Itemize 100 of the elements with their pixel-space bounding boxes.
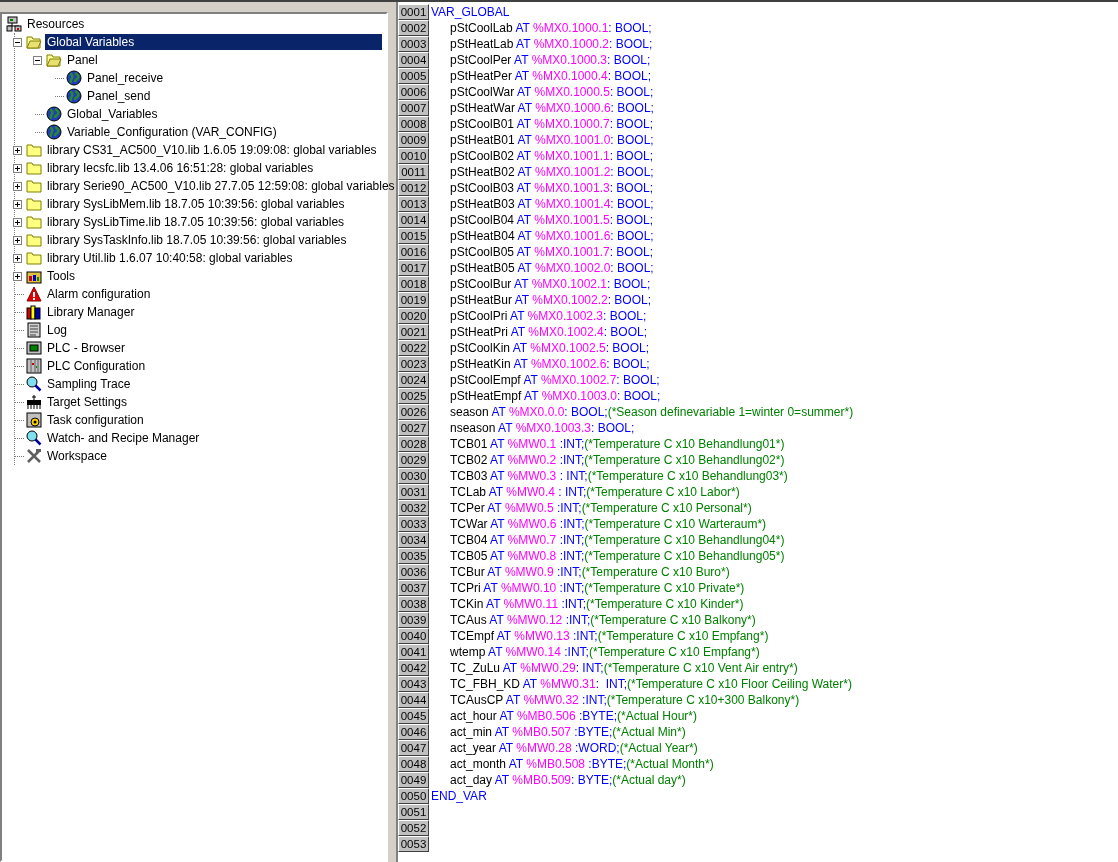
code-line: pStHeatB01 AT %MX0.1001.0: BOOL;: [449, 132, 654, 148]
tree-item[interactable]: Panel_send: [85, 88, 153, 104]
line-number: 0041: [398, 644, 429, 660]
code-line: pStHeatB04 AT %MX0.1001.6: BOOL;: [449, 228, 654, 244]
code-line: pStCoolB02 AT %MX0.1001.1: BOOL;: [449, 148, 654, 164]
line-number: 0014: [398, 212, 429, 228]
rack-icon: [26, 358, 42, 374]
tree-item[interactable]: Resources: [25, 16, 87, 32]
tree-item[interactable]: Panel: [65, 52, 100, 68]
line-number: 0022: [398, 340, 429, 356]
line-number: 0027: [398, 420, 429, 436]
tree-item[interactable]: Library Manager: [45, 304, 137, 320]
line-number: 0052: [398, 820, 429, 836]
line-number: 0002: [398, 20, 429, 36]
code-line: pStCoolWar AT %MX0.1000.5: BOOL;: [449, 84, 654, 100]
code-line: TCKin AT %MW0.11 :INT;(*Temperature C x10 Kinder*): [449, 596, 744, 612]
code-line: act_year AT %MW0.28 :WORD;(*Actual Year*): [449, 740, 698, 756]
line-number: 0037: [398, 580, 429, 596]
tree-item[interactable]: library Serie90_AC500_V10.lib 27.7.05 12:59:08: global variables: [45, 178, 397, 194]
code-line: act_min AT %MB0.507 :BYTE;(*Actual Min*): [449, 724, 686, 740]
globe-icon: [66, 70, 82, 86]
tree-item[interactable]: Workspace: [45, 448, 109, 464]
code-line: pStCoolPer AT %MX0.1000.3: BOOL;: [449, 52, 651, 68]
line-number: 0015: [398, 228, 429, 244]
line-number: 0009: [398, 132, 429, 148]
code-line: pStCoolPri AT %MX0.1002.3: BOOL;: [449, 308, 647, 324]
folder-icon: [26, 250, 42, 266]
code-line: pStHeatPri AT %MX0.1002.4: BOOL;: [449, 324, 648, 340]
document-icon: [26, 322, 42, 338]
tree-item[interactable]: Sampling Trace: [45, 376, 133, 392]
expand-toggle[interactable]: [13, 181, 22, 191]
tree-item[interactable]: Global Variables: [45, 34, 382, 50]
code-line: TCB05 AT %MW0.8 :INT;(*Temperature C x10 Behandlung05*): [449, 548, 785, 564]
line-number: 0010: [398, 148, 429, 164]
expand-toggle[interactable]: [13, 199, 22, 209]
code-line: pStCoolLab AT %MX0.1000.1: BOOL;: [449, 20, 652, 36]
line-number: 0042: [398, 660, 429, 676]
expand-toggle[interactable]: [13, 253, 22, 263]
expand-toggle[interactable]: [13, 271, 22, 281]
folder-icon: [26, 160, 42, 176]
tree-item[interactable]: Global_Variables: [65, 106, 160, 122]
tree-item[interactable]: PLC - Browser: [45, 340, 128, 356]
network-icon: [6, 16, 22, 32]
code-line: TCBur AT %MW0.9 :INT;(*Temperature C x10 Buro*): [449, 564, 730, 580]
code-line: pStHeatB02 AT %MX0.1001.2: BOOL;: [449, 164, 654, 180]
line-number: 0017: [398, 260, 429, 276]
code-line: pStCoolB05 AT %MX0.1001.7: BOOL;: [449, 244, 654, 260]
expand-toggle[interactable]: [13, 235, 22, 245]
tree-item[interactable]: Variable_Configuration (VAR_CONFIG): [65, 124, 279, 140]
line-number: 0039: [398, 612, 429, 628]
line-number: 0004: [398, 52, 429, 68]
collapse-toggle[interactable]: [33, 55, 42, 65]
tree-item[interactable]: Panel_receive: [85, 70, 166, 86]
code-line: pStHeatKin AT %MX0.1002.6: BOOL;: [449, 356, 650, 372]
line-number: 0018: [398, 276, 429, 292]
tree-item[interactable]: Alarm configuration: [45, 286, 153, 302]
books-icon: [26, 304, 42, 320]
code-line: pStHeatPer AT %MX0.1000.4: BOOL;: [449, 68, 652, 84]
line-number: 0040: [398, 628, 429, 644]
code-line: act_month AT %MB0.508 :BYTE;(*Actual Month*): [449, 756, 714, 772]
tree-item[interactable]: Watch- and Recipe Manager: [45, 430, 202, 446]
tree-item[interactable]: PLC Configuration: [45, 358, 148, 374]
code-line: pStHeatEmpf AT %MX0.1003.0: BOOL;: [449, 388, 661, 404]
code-line: TCAusCP AT %MW0.32 :INT;(*Temperature C x10+300 Balkony*): [449, 692, 800, 708]
code-line: pStHeatLab AT %MX0.1000.2: BOOL;: [449, 36, 653, 52]
tree-item[interactable]: library Iecsfc.lib 13.4.06 16:51:28: global variables: [45, 160, 316, 176]
line-number: 0020: [398, 308, 429, 324]
code-line: END_VAR: [430, 788, 487, 804]
line-number: 0016: [398, 244, 429, 260]
tree-item[interactable]: Tools: [45, 268, 77, 284]
tree-item[interactable]: library SysLibMem.lib 18.7.05 10:39:56: global variables: [45, 196, 347, 212]
line-number: 0050: [398, 788, 429, 804]
expand-toggle[interactable]: [13, 145, 22, 155]
tree-item[interactable]: library Util.lib 1.6.07 10:40:58: global variables: [45, 250, 295, 266]
code-line: pStCoolBur AT %MX0.1002.1: BOOL;: [449, 276, 651, 292]
line-number: 0053: [398, 836, 429, 852]
line-number: 0021: [398, 324, 429, 340]
tree-item[interactable]: library SysLibTime.lib 18.7.05 10:39:56: global variables: [45, 214, 347, 230]
expand-toggle[interactable]: [13, 217, 22, 227]
tools-icon: [26, 448, 42, 464]
code-line: TCLab AT %MW0.4 : INT;(*Temperature C x10 Labor*): [449, 484, 740, 500]
chip-icon: [26, 394, 42, 410]
line-number: 0049: [398, 772, 429, 788]
code-line: pStCoolKin AT %MX0.1002.5: BOOL;: [449, 340, 650, 356]
warning-icon: [26, 286, 42, 302]
code-line: TCB02 AT %MW0.2 :INT;(*Temperature C x10 Behandlung02*): [449, 452, 785, 468]
code-line: act_day AT %MB0.509: BYTE;(*Actual day*): [449, 772, 686, 788]
line-number: 0048: [398, 756, 429, 772]
line-number: 0030: [398, 468, 429, 484]
tree-item[interactable]: library SysTaskInfo.lib 18.7.05 10:39:56: global variables: [45, 232, 349, 248]
code-line: TCWar AT %MW0.6 :INT;(*Temperature C x10 Warteraum*): [449, 516, 767, 532]
tree-item[interactable]: Task configuration: [45, 412, 146, 428]
code-line: TCB04 AT %MW0.7 :INT;(*Temperature C x10 Behandlung04*): [449, 532, 785, 548]
line-number: 0043: [398, 676, 429, 692]
line-number: 0047: [398, 740, 429, 756]
collapse-toggle[interactable]: [13, 37, 22, 47]
tree-item[interactable]: library CS31_AC500_V10.lib 1.6.05 19:09:08: global variables: [45, 142, 379, 158]
expand-toggle[interactable]: [13, 163, 22, 173]
tree-item[interactable]: Log: [45, 322, 70, 338]
tree-item[interactable]: Target Settings: [45, 394, 130, 410]
